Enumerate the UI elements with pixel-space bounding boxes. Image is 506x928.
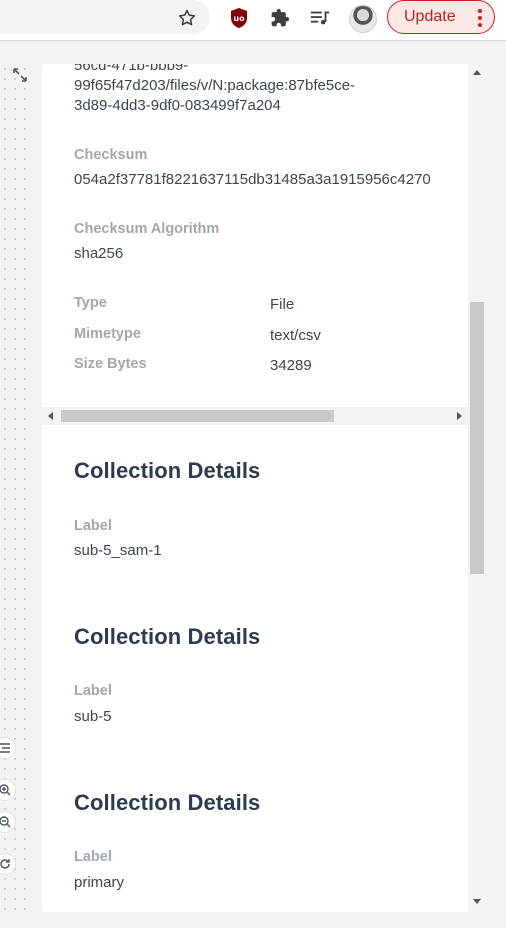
file-path-line-3: 3d89-4dd3-9df0-083499f7a204	[74, 97, 281, 114]
ublock-icon[interactable]: uo	[227, 6, 251, 30]
browser-toolbar: uo Update	[0, 0, 506, 41]
horizontal-scrollbar[interactable]	[42, 407, 468, 425]
type-value: File	[270, 296, 295, 313]
update-button[interactable]: Update	[387, 0, 495, 34]
scroll-right-icon[interactable]	[457, 412, 462, 420]
collection-value: sub-5_sam-1	[74, 542, 162, 559]
checksum-algorithm-value: sha256	[74, 245, 124, 262]
size-bytes-label: Size Bytes	[74, 356, 147, 372]
collection-label: Label	[74, 518, 112, 534]
profile-avatar[interactable]	[349, 5, 377, 33]
checksum-algorithm-label: Checksum Algorithm	[74, 221, 220, 237]
file-details-panel: 56cd-471b-bbb9- 99f65f47d203/files/v/N:p…	[42, 64, 488, 912]
scroll-up-icon[interactable]	[473, 70, 481, 75]
mimetype-value: text/csv	[270, 327, 321, 344]
checksum-value: 054a2f37781f8221637115db31485a3a1915956c…	[74, 171, 431, 188]
menu-dots-icon[interactable]	[478, 9, 482, 30]
star-icon[interactable]	[175, 6, 199, 30]
mimetype-label: Mimetype	[74, 326, 141, 342]
file-path-line-1: 56cd-471b-bbb9-	[74, 64, 189, 74]
vertical-scrollbar[interactable]	[468, 64, 488, 912]
collection-heading: Collection Details	[74, 790, 261, 815]
reading-list-icon[interactable]	[308, 6, 332, 30]
scroll-left-icon[interactable]	[48, 412, 53, 420]
collection-heading: Collection Details	[74, 624, 261, 649]
scroll-down-icon[interactable]	[473, 899, 481, 904]
svg-text:uo: uo	[233, 14, 245, 23]
collection-heading: Collection Details	[74, 458, 261, 483]
collection-value: sub-5	[74, 708, 112, 725]
checksum-label: Checksum	[74, 147, 148, 163]
size-bytes-value: 34289	[270, 357, 312, 374]
type-label: Type	[74, 295, 107, 311]
collection-label: Label	[74, 683, 112, 699]
vertical-scroll-thumb[interactable]	[470, 302, 484, 574]
collection-label: Label	[74, 849, 112, 865]
horizontal-scroll-thumb[interactable]	[61, 410, 334, 422]
expand-icon[interactable]	[9, 64, 31, 86]
extensions-icon[interactable]	[268, 6, 292, 30]
update-label: Update	[404, 8, 456, 25]
collection-value: primary	[74, 874, 125, 891]
file-path-line-2: 99f65f47d203/files/v/N:package:87bfe5ce-	[74, 77, 356, 94]
